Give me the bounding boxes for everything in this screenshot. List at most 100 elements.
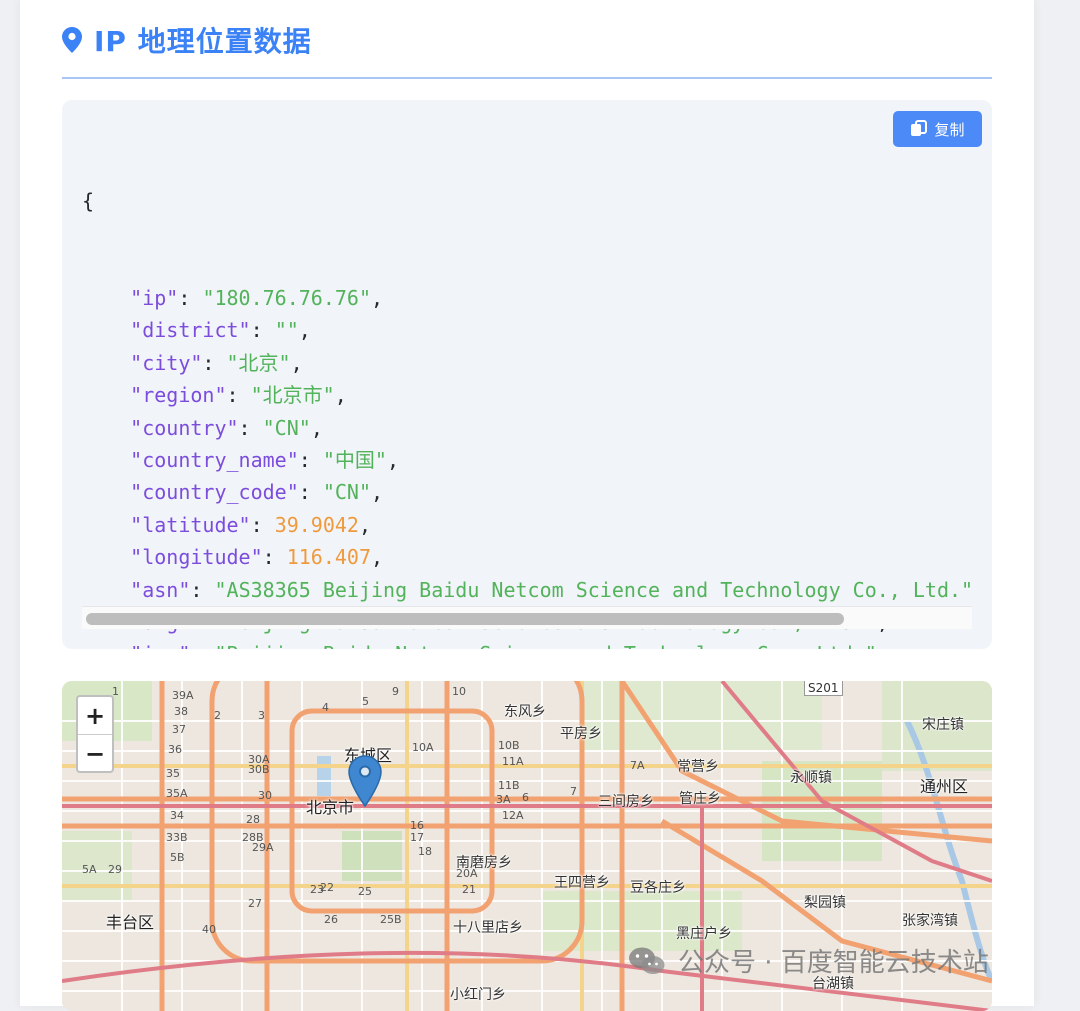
map-label-yongshun: 永顺镇: [790, 770, 832, 786]
page-title: IP 地理位置数据: [94, 25, 312, 58]
horizontal-scrollbar[interactable]: [82, 606, 972, 629]
route-number: 10: [452, 685, 466, 698]
map-label-xiaohongmen: 小红门乡: [450, 987, 506, 1003]
json-value: "CN": [262, 415, 311, 440]
route-number: 29: [108, 863, 122, 876]
json-code-block: 复制 { "ip": "180.76.76.76", "district": "…: [62, 100, 992, 649]
route-number: 9: [392, 685, 399, 698]
json-key: "isp": [130, 642, 190, 649]
route-number: 29A: [252, 841, 274, 854]
route-number: 38: [174, 705, 188, 718]
json-key: "district": [130, 318, 251, 343]
json-line: "city": "北京",: [130, 350, 303, 375]
json-key: "ip": [130, 286, 179, 311]
route-number: 17: [410, 831, 424, 844]
route-number: 6: [522, 791, 529, 804]
watermark: 公众号 · 百度智能云技术站: [628, 942, 989, 979]
map-label-dougezhuang: 豆各庄乡: [630, 880, 686, 896]
route-number: 37: [172, 723, 186, 736]
json-value: "CN": [322, 480, 372, 505]
wechat-icon: [629, 947, 665, 974]
route-number: 27: [248, 897, 262, 910]
zoom-out-button[interactable]: −: [78, 735, 112, 772]
json-key: "asn": [130, 577, 191, 602]
map-label-pingfang: 平房乡: [560, 726, 602, 742]
json-line: "country_code": "CN",: [130, 480, 384, 505]
route-number: 3: [258, 709, 265, 722]
json-line: "longitude": 116.407,: [130, 545, 384, 570]
scrollbar-thumb[interactable]: [86, 613, 844, 625]
route-number: 35A: [166, 787, 188, 800]
route-number: 11B: [498, 779, 520, 792]
json-line: "latitude": 39.9042,: [130, 512, 372, 537]
map-label-shibalidian: 十八里店乡: [453, 920, 523, 936]
route-number: 2: [214, 709, 221, 722]
route-number: 10B: [498, 739, 520, 752]
map-label-zhangjiawan: 张家湾镇: [902, 913, 958, 929]
route-number: 5A: [82, 863, 97, 876]
map-label-dongfeng: 东风乡: [504, 704, 546, 720]
route-number: 33B: [166, 831, 188, 844]
route-number: 5: [362, 695, 369, 708]
json-value: "北京市": [250, 383, 335, 408]
route-number: 39A: [172, 689, 194, 702]
json-key: "country": [130, 415, 239, 440]
json-value: 116.407: [286, 545, 372, 570]
json-key: "city": [130, 350, 203, 375]
json-line: "ip": "180.76.76.76",: [130, 286, 384, 311]
map-label-tongzhou: 通州区: [920, 777, 969, 796]
map-label-liyuan: 梨园镇: [804, 895, 846, 911]
json-line: "district": "",: [130, 318, 311, 343]
map-label-wangsiying: 王四营乡: [554, 875, 610, 891]
json-value: "AS38365 Beijing Baidu Netcom Science an…: [214, 577, 972, 602]
map-label-s201: S201: [804, 681, 843, 696]
json-key: "region": [130, 383, 227, 408]
map-label-sanjianfang: 三间房乡: [598, 794, 654, 810]
json-line: "country": "CN",: [130, 415, 323, 440]
json-value: "中国": [322, 447, 387, 472]
route-number: 36: [168, 743, 182, 756]
map-label-songzhuang: 宋庄镇: [922, 717, 964, 733]
route-number: 26: [324, 913, 338, 926]
json-value: 39.9042: [274, 512, 359, 537]
route-number: 10A: [412, 741, 434, 754]
map-marker-icon[interactable]: [348, 755, 382, 807]
route-number: 25: [358, 885, 372, 898]
route-number: 1: [112, 685, 119, 698]
section-header: IP 地理位置数据: [62, 18, 312, 62]
json-line: "isp": "Beijing Baidu Netcom Science and…: [82, 638, 972, 649]
zoom-in-button[interactable]: +: [78, 697, 112, 735]
route-number: 11A: [502, 755, 524, 768]
map-label-changying: 常营乡: [677, 759, 719, 775]
route-number: 28: [246, 813, 260, 826]
json-code[interactable]: { "ip": "180.76.76.76", "district": "", …: [82, 120, 972, 649]
json-line: "region": "北京市",: [130, 383, 347, 408]
route-number: 35: [166, 767, 180, 780]
watermark-text: 公众号 · 百度智能云技术站: [678, 948, 989, 978]
route-number: 30: [258, 789, 272, 802]
route-number: 3A: [496, 793, 511, 806]
map-label-beijing: 北京市: [306, 798, 355, 817]
route-number: 21: [462, 883, 476, 896]
route-number: 4: [322, 701, 329, 714]
map-pin-icon: [62, 27, 82, 53]
json-key: "country_code": [130, 480, 299, 505]
json-open-brace: {: [82, 188, 95, 213]
json-value: "": [274, 318, 299, 343]
header-divider: [62, 77, 992, 79]
content-card: IP 地理位置数据 复制 { "ip": "180.76.76.76", "di…: [20, 0, 1034, 1011]
route-number: 23: [310, 883, 324, 896]
route-number: 20A: [456, 867, 478, 880]
route-number: 5B: [170, 851, 185, 864]
json-key: "latitude": [130, 512, 251, 537]
route-number: 40: [202, 923, 216, 936]
route-number: 7: [570, 785, 577, 798]
map-label-guanzhuang: 管庄乡: [679, 791, 721, 807]
route-number: 34: [170, 809, 184, 822]
json-value: "Beijing Baidu Netcom Science and Techno…: [214, 642, 876, 649]
json-line: "asn": "AS38365 Beijing Baidu Netcom Sci…: [130, 577, 972, 602]
route-number: 12A: [502, 809, 524, 822]
route-number: 30B: [248, 763, 270, 776]
zoom-control: + −: [76, 695, 114, 773]
route-number: 7A: [630, 759, 645, 772]
